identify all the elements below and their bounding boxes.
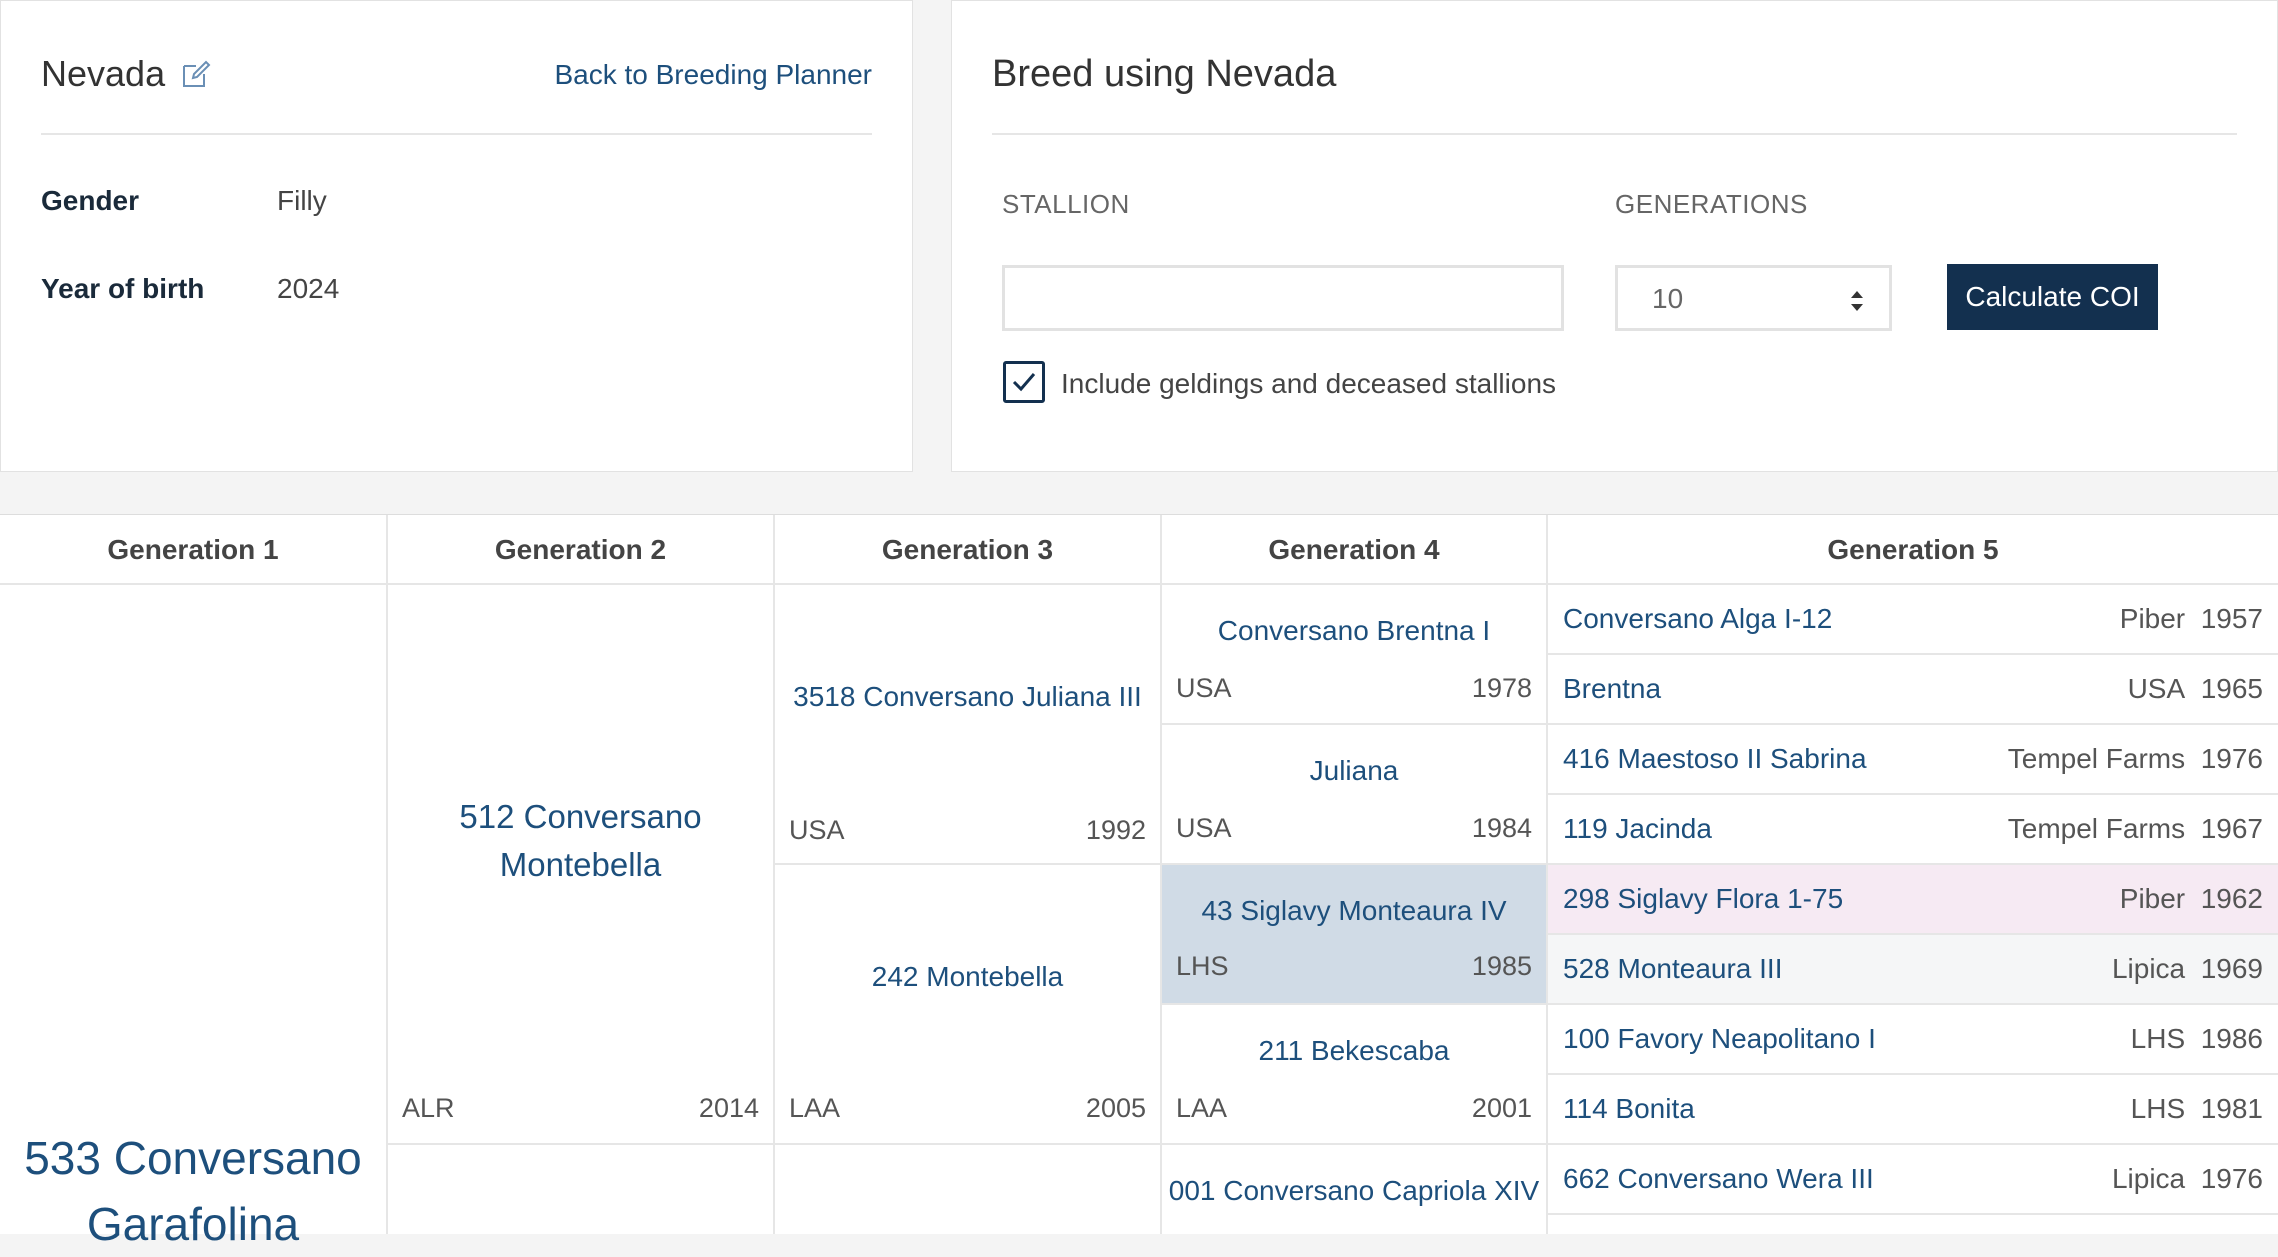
gen5-horse-link[interactable]: 662 Conversano Wera III bbox=[1563, 1163, 1874, 1195]
gen3-cell bbox=[775, 1145, 1162, 1234]
gen5-horse-link[interactable]: 528 Monteaura III bbox=[1563, 953, 1782, 985]
gen5-location-year: USA 1965 bbox=[2127, 673, 2263, 704]
divider bbox=[41, 133, 872, 135]
gen1-horse-link[interactable]: 533 Conversano Garafolina bbox=[0, 1125, 386, 1257]
gen5-horse-link[interactable]: 119 Jacinda bbox=[1563, 813, 1712, 845]
generations-select[interactable]: 10 bbox=[1615, 265, 1892, 331]
gen3-location: USA bbox=[789, 815, 845, 845]
gen5-location-year: Tempel Farms 1967 bbox=[2007, 813, 2263, 844]
gen5-horse-link[interactable]: 416 Maestoso II Sabrina bbox=[1563, 743, 1867, 775]
horse-info-panel: Nevada Back to Breeding Planner Gender F… bbox=[0, 0, 913, 472]
gen5-row: Brentna USA 1965 bbox=[1548, 655, 2278, 725]
checkmark-icon bbox=[1012, 373, 1036, 392]
back-to-breeding-planner-link[interactable]: Back to Breeding Planner bbox=[554, 59, 872, 91]
gen5-horse-link[interactable]: Conversano Alga I-12 bbox=[1563, 603, 1832, 635]
gen5-row-highlighted: 528 Monteaura III Lipica 1969 bbox=[1548, 935, 2278, 1005]
gen4-location: LHS bbox=[1176, 951, 1229, 981]
horse-name: Nevada bbox=[41, 53, 166, 94]
generations-value: 10 bbox=[1652, 283, 1684, 314]
edit-icon[interactable] bbox=[181, 59, 211, 89]
gen5-row: 416 Maestoso II Sabrina Tempel Farms 197… bbox=[1548, 725, 2278, 795]
gen3-horse-link[interactable]: 3518 Conversano Juliana III bbox=[775, 681, 1160, 713]
gen5-location-year: LHS 1986 bbox=[2130, 1023, 2263, 1054]
stallion-input[interactable] bbox=[1002, 265, 1564, 331]
gen3-location: LAA bbox=[789, 1093, 841, 1123]
header-generation-2: Generation 2 bbox=[388, 515, 775, 585]
gender-label: Gender bbox=[41, 185, 140, 216]
gen4-location: USA bbox=[1176, 673, 1232, 703]
header-generation-5: Generation 5 bbox=[1548, 515, 2278, 585]
gen3-cell: 242 Montebella LAA 2005 bbox=[775, 865, 1162, 1145]
select-arrows-icon bbox=[1851, 291, 1863, 311]
gen3-horse-link[interactable]: 242 Montebella bbox=[775, 961, 1160, 993]
gen5-location-year: LHS 1981 bbox=[2130, 1093, 2263, 1124]
gen3-year: 2005 bbox=[1085, 1093, 1146, 1123]
pedigree-table: Generation 1 Generation 2 Generation 3 G… bbox=[0, 514, 2278, 1250]
gen5-location-year: Piber 1957 bbox=[2119, 603, 2263, 634]
breed-panel: Breed using Nevada STALLION GENERATIONS … bbox=[951, 0, 2278, 472]
generations-label: GENERATIONS bbox=[1615, 189, 1808, 219]
gen5-horse-link[interactable]: 100 Favory Neapolitano I bbox=[1563, 1023, 1876, 1055]
gen2-location: ALR bbox=[402, 1093, 455, 1123]
year-of-birth-value: 2024 bbox=[277, 273, 340, 304]
gen5-row: 119 Jacinda Tempel Farms 1967 bbox=[1548, 795, 2278, 865]
gen4-location: LAA bbox=[1176, 1093, 1228, 1123]
gen5-horse-link[interactable]: 114 Bonita bbox=[1563, 1093, 1695, 1125]
gen5-location-year: Lipica 1976 bbox=[2111, 1163, 2263, 1194]
gen4-year: 1978 bbox=[1471, 673, 1532, 703]
include-geldings-label: Include geldings and deceased stallions bbox=[1061, 368, 1557, 399]
gen2-cell bbox=[388, 1145, 775, 1234]
gen4-horse-link[interactable]: Conversano Brentna I bbox=[1162, 615, 1546, 647]
gen2-cell: 512 Conversano Montebella ALR 2014 bbox=[388, 585, 775, 1145]
year-of-birth-label: Year of birth bbox=[41, 273, 205, 304]
gen5-row: 662 Conversano Wera III Lipica 1976 bbox=[1548, 1145, 2278, 1215]
gen2-year: 2014 bbox=[698, 1093, 759, 1123]
gen4-horse-link[interactable]: 211 Bekescaba bbox=[1162, 1035, 1546, 1067]
gen4-year: 1985 bbox=[1471, 951, 1532, 981]
gen5-row-highlighted: 298 Siglavy Flora 1-75 Piber 1962 bbox=[1548, 865, 2278, 935]
calculate-coi-button[interactable]: Calculate COI bbox=[1947, 264, 2158, 330]
gen4-horse-link[interactable]: 001 Conversano Capriola XIV bbox=[1162, 1175, 1546, 1207]
gen5-horse-link[interactable]: 298 Siglavy Flora 1-75 bbox=[1563, 883, 1843, 915]
stallion-label: STALLION bbox=[1002, 189, 1130, 219]
header-generation-3: Generation 3 bbox=[775, 515, 1162, 585]
gen4-horse-link[interactable]: 43 Siglavy Monteaura IV bbox=[1162, 895, 1546, 927]
gen5-location-year: Piber 1962 bbox=[2119, 883, 2263, 914]
gen4-cell: 211 Bekescaba LAA 2001 bbox=[1162, 1005, 1548, 1145]
gen4-horse-link[interactable]: Juliana bbox=[1162, 755, 1546, 787]
gen5-horse-link[interactable]: Brentna bbox=[1563, 673, 1661, 705]
gen4-cell: 001 Conversano Capriola XIV bbox=[1162, 1145, 1548, 1234]
gen4-cell: Juliana USA 1984 bbox=[1162, 725, 1548, 865]
gen5-location-year: Tempel Farms 1976 bbox=[2007, 743, 2263, 774]
include-geldings-checkbox[interactable] bbox=[1003, 361, 1045, 403]
gen4-year: 1984 bbox=[1471, 813, 1532, 843]
divider bbox=[992, 133, 2237, 135]
gen4-year: 2001 bbox=[1471, 1093, 1532, 1123]
gen5-row: 114 Bonita LHS 1981 bbox=[1548, 1075, 2278, 1145]
gender-value: Filly bbox=[277, 185, 327, 216]
gen1-cell: 533 Conversano Garafolina bbox=[0, 585, 388, 1250]
header-generation-1: Generation 1 bbox=[0, 515, 388, 585]
breed-title: Breed using Nevada bbox=[992, 53, 1337, 95]
gen3-cell: 3518 Conversano Juliana III USA 1992 bbox=[775, 585, 1162, 865]
gen5-row: 100 Favory Neapolitano I LHS 1986 bbox=[1548, 1005, 2278, 1075]
gen4-location: USA bbox=[1176, 813, 1232, 843]
gen2-horse-link[interactable]: 512 Conversano Montebella bbox=[388, 793, 773, 889]
gen3-year: 1992 bbox=[1085, 815, 1146, 845]
header-generation-4: Generation 4 bbox=[1162, 515, 1548, 585]
gen4-cell-highlighted: 43 Siglavy Monteaura IV LHS 1985 bbox=[1162, 865, 1548, 1005]
gen5-location-year: Lipica 1969 bbox=[2111, 953, 2263, 984]
gen4-cell: Conversano Brentna I USA 1978 bbox=[1162, 585, 1548, 725]
gen5-row: Conversano Alga I-12 Piber 1957 bbox=[1548, 585, 2278, 655]
